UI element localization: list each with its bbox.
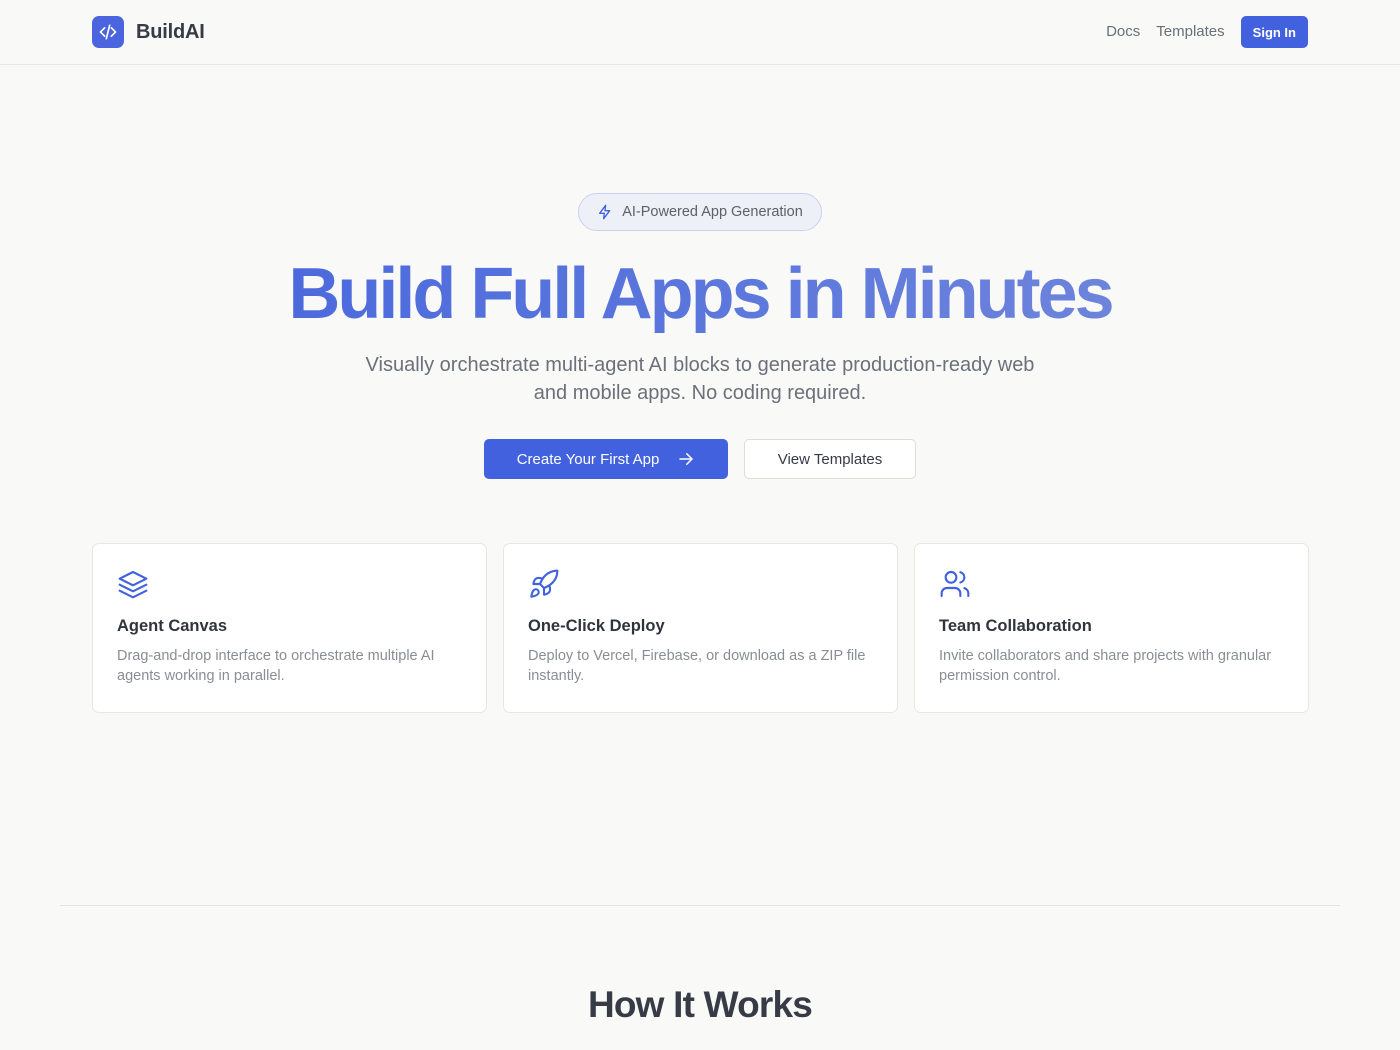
nav-link-docs[interactable]: Docs — [1106, 16, 1140, 48]
feature-title: Team Collaboration — [939, 617, 1092, 635]
create-first-app-label: Create Your First App — [516, 450, 660, 468]
feature-description: Deploy to Vercel, Firebase, or download … — [528, 648, 866, 684]
feature-card-team-collaboration: Team Collaboration Invite collaborators … — [914, 543, 1309, 713]
header-nav: Docs Templates Sign In — [1090, 16, 1308, 48]
feature-title: Agent Canvas — [117, 617, 228, 635]
feature-title: One-Click Deploy — [528, 617, 665, 635]
landing-page: BuildAI Docs Templates Sign In AI-Powere… — [0, 0, 1400, 1050]
feature-card-agent-canvas: Agent Canvas Drag-and-drop interface to … — [92, 543, 487, 713]
layers-icon — [118, 570, 148, 599]
create-first-app-button[interactable]: Create Your First App — [484, 439, 728, 479]
hero-subtitle: Visually orchestrate multi-agent AI bloc… — [365, 354, 1035, 404]
feature-card-one-click-deploy: One-Click Deploy Deploy to Vercel, Fireb… — [503, 543, 898, 713]
users-icon — [940, 570, 970, 598]
top-nav-bar: BuildAI Docs Templates Sign In — [0, 0, 1400, 65]
nav-link-templates[interactable]: Templates — [1156, 16, 1224, 48]
hero-cta-group: Create Your First App View Templates — [484, 439, 916, 479]
rocket-icon — [530, 569, 559, 598]
brand-name: BuildAI — [136, 20, 205, 43]
hero-title: Build Full Apps in Minutes — [0, 252, 1400, 336]
hero-badge: AI-Powered App Generation — [578, 193, 822, 231]
sign-in-button[interactable]: Sign In — [1240, 16, 1308, 48]
feature-cards: Agent Canvas Drag-and-drop interface to … — [92, 543, 1309, 713]
feature-description: Invite collaborators and share projects … — [939, 648, 1272, 684]
code-icon — [92, 16, 124, 48]
hero-badge-label: AI-Powered App Generation — [622, 204, 803, 220]
brand-home-link[interactable]: BuildAI — [92, 16, 205, 48]
arrow-right-icon — [679, 453, 694, 465]
how-it-works-title: How It Works — [587, 984, 813, 1025]
feature-description: Drag-and-drop interface to orchestrate m… — [117, 648, 435, 684]
zap-icon — [599, 204, 611, 220]
view-templates-button[interactable]: View Templates — [744, 439, 916, 479]
section-divider — [60, 905, 1340, 906]
